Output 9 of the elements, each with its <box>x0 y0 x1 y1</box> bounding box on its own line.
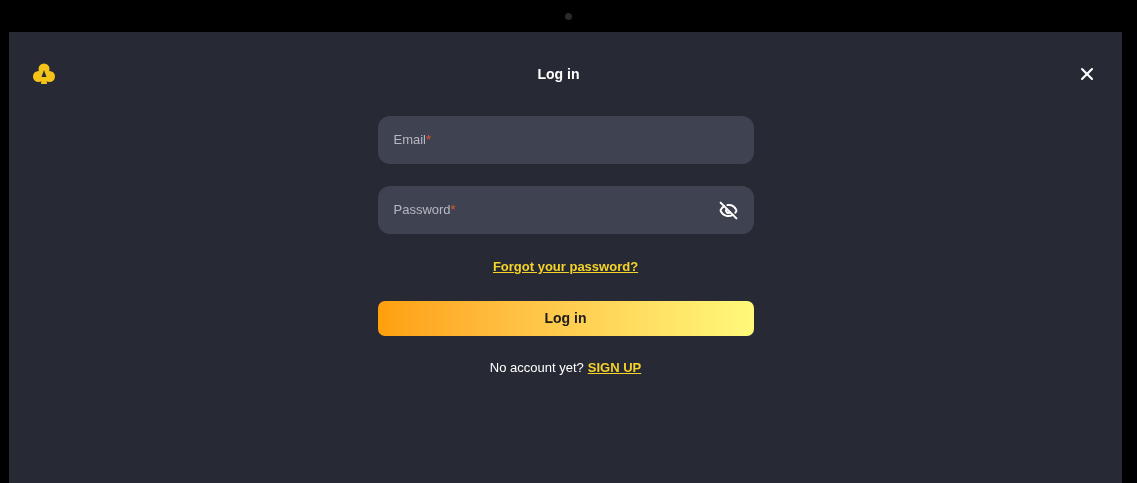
email-field[interactable]: Email* <box>377 116 754 164</box>
eye-off-icon[interactable] <box>718 200 738 220</box>
password-field[interactable]: Password* <box>377 186 754 234</box>
forgot-password-link[interactable]: Forgot your password? <box>492 257 639 277</box>
login-button[interactable]: Log in <box>377 300 754 336</box>
signup-link[interactable]: SIGN UP <box>587 357 642 377</box>
signup-prompt: No account yet? <box>489 358 584 377</box>
dialog-title: Log in <box>537 64 580 84</box>
club-logo-icon <box>32 62 56 86</box>
